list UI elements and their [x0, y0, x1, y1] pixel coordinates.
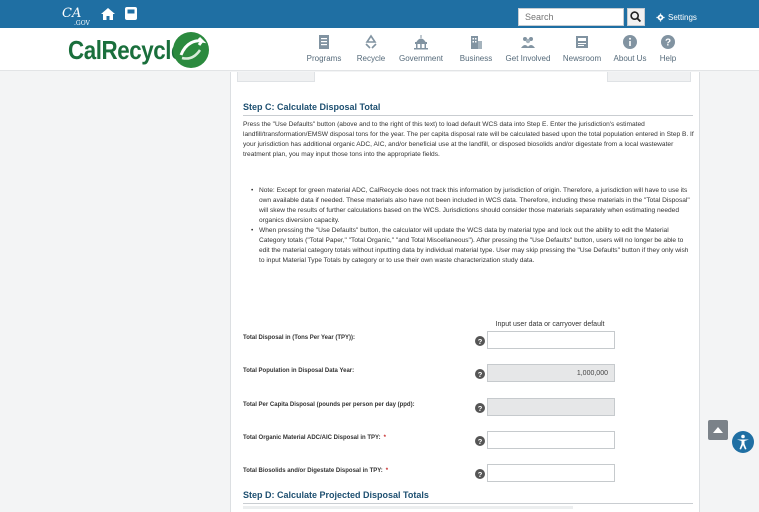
organic-adc-aic-label: Total Organic Material ADC/AIC Disposal … — [243, 435, 386, 441]
nav-help[interactable]: ? Help — [652, 30, 684, 70]
nav-business-label: Business — [459, 54, 493, 63]
search-button[interactable] — [627, 8, 645, 26]
nav-government-label: Government — [398, 54, 444, 63]
column-hint: Input user data or carryover default — [495, 321, 605, 328]
previous-field-stub — [237, 72, 315, 82]
total-population-label: Total Population in Disposal Data Year: — [243, 368, 355, 374]
step-c-heading: Step C: Calculate Disposal Total — [243, 102, 381, 112]
nav-about-us[interactable]: About Us — [608, 30, 652, 70]
help-icon[interactable]: ? — [475, 369, 485, 379]
help-icon[interactable]: ? — [475, 336, 485, 346]
brand-logo[interactable]: CalRecycle — [68, 34, 183, 66]
nav-get-involved[interactable]: Get Involved — [500, 30, 556, 70]
organic-adc-aic-input[interactable] — [487, 431, 615, 449]
help-icon: ? — [661, 35, 675, 49]
nav-get-involved-label: Get Involved — [505, 54, 551, 63]
site-header: CalRecycle Programs Recycle Government B… — [0, 28, 759, 71]
recycle-icon — [365, 34, 377, 49]
svg-text:?: ? — [478, 470, 483, 479]
biosolids-digestate-label: Total Biosolids and/or Digestate Disposa… — [243, 468, 389, 474]
nav-about-us-label: About Us — [613, 54, 647, 63]
nav-recycle-label: Recycle — [356, 54, 386, 63]
nav-programs[interactable]: Programs — [296, 30, 352, 70]
calculator-card: Step C: Calculate Disposal Total Press t… — [230, 72, 700, 512]
nav-newsroom-label: Newsroom — [562, 54, 602, 63]
help-icon[interactable]: ? — [475, 469, 485, 479]
top-bar: CA .GOV Settings — [0, 0, 759, 28]
building-icon — [471, 36, 482, 49]
home-icon[interactable] — [100, 6, 116, 22]
total-population-input — [487, 364, 615, 382]
info-icon — [623, 35, 637, 49]
capitol-icon — [414, 35, 428, 50]
search-input[interactable] — [518, 8, 624, 26]
step-c-notes: Note: Except for green material ADC, Cal… — [251, 186, 695, 266]
nav-newsroom[interactable]: Newsroom — [556, 30, 608, 70]
search-icon — [630, 11, 642, 23]
note-item: Note: Except for green material ADC, Cal… — [251, 186, 695, 226]
settings-link[interactable]: Settings — [656, 10, 697, 24]
per-capita-disposal-label: Total Per Capita Disposal (pounds per pe… — [243, 402, 415, 408]
total-disposal-label: Total Disposal in (Tons Per Year (TPY)): — [243, 335, 356, 341]
gear-icon — [656, 12, 665, 22]
settings-label: Settings — [668, 12, 697, 22]
per-capita-disposal-input — [487, 398, 615, 416]
recycle-emblem-icon — [173, 32, 209, 68]
svg-text:?: ? — [478, 337, 483, 346]
nav-recycle[interactable]: Recycle — [352, 30, 390, 70]
nav-business[interactable]: Business — [452, 30, 500, 70]
ca-gov-logo[interactable]: CA .GOV — [62, 5, 92, 27]
required-marker: * — [383, 435, 386, 441]
scroll-to-top-button[interactable] — [708, 420, 728, 440]
nav-programs-label: Programs — [306, 54, 342, 63]
people-icon — [521, 37, 535, 48]
step-d-heading: Step D: Calculate Projected Disposal Tot… — [243, 490, 429, 500]
required-marker: * — [385, 468, 389, 474]
nav-government[interactable]: Government — [390, 30, 452, 70]
main-nav: Programs Recycle Government Business Get… — [296, 30, 684, 70]
accessibility-icon[interactable] — [732, 431, 754, 453]
svg-text:?: ? — [665, 38, 671, 49]
news-icon — [576, 36, 588, 48]
svg-text:?: ? — [478, 370, 483, 379]
previous-field-stub-right — [607, 72, 691, 82]
cut-off-text — [243, 506, 573, 509]
document-icon — [319, 35, 329, 49]
divider — [243, 503, 693, 504]
svg-text:?: ? — [478, 437, 483, 446]
note-item: When pressing the "Use Defaults" button,… — [251, 226, 695, 266]
svg-text:?: ? — [478, 404, 483, 413]
divider — [243, 115, 693, 116]
chevron-up-icon — [713, 427, 723, 433]
help-icon[interactable]: ? — [475, 403, 485, 413]
step-c-intro: Press the "Use Defaults" button (above a… — [243, 121, 694, 158]
sidebar-icon[interactable] — [124, 6, 138, 21]
biosolids-digestate-input[interactable] — [487, 464, 615, 482]
help-icon[interactable]: ? — [475, 436, 485, 446]
nav-help-label: Help — [659, 54, 677, 63]
total-disposal-input[interactable] — [487, 331, 615, 349]
